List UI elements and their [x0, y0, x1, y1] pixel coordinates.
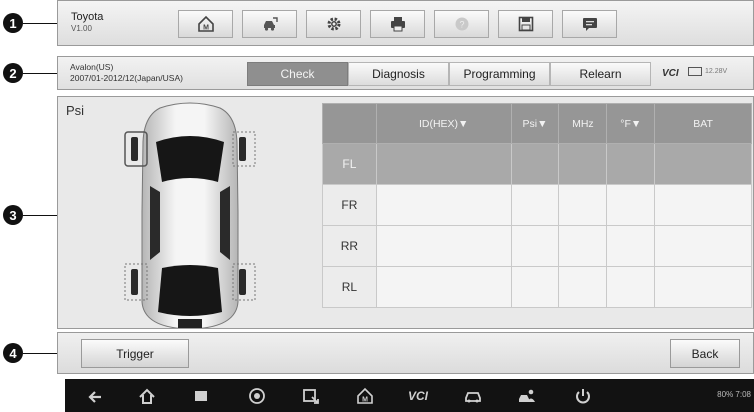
vci-status: VCI	[662, 68, 679, 79]
toolbar: Toyota V1.00 M ?	[57, 0, 754, 46]
home-button[interactable]: M	[178, 10, 233, 38]
callout-4: 4	[3, 343, 23, 363]
function-tab-bar: Avalon(US) 2007/01-2012/12(Japan/USA) Ch…	[57, 56, 754, 90]
callout-3-line	[23, 215, 57, 216]
row-id	[375, 225, 512, 267]
help-icon: ?	[455, 17, 468, 31]
vehicle-top-view-icon	[124, 102, 256, 328]
save-button[interactable]	[498, 10, 553, 38]
row-temp	[606, 143, 656, 185]
svg-text:M: M	[203, 25, 209, 32]
row-bat	[654, 143, 752, 185]
data-logging-icon	[582, 18, 597, 31]
vehicle-voltage: 12.28V	[688, 67, 727, 76]
recents-icon[interactable]	[191, 386, 211, 406]
battery-percent: 80%	[717, 390, 734, 399]
trigger-button[interactable]: Trigger	[81, 339, 189, 368]
tpms-sensor-table: ID(HEX)▼ Psi▼ MHz °F▼ BAT FL FR RR RL	[322, 103, 752, 308]
vehicle-swap-button[interactable]	[242, 10, 297, 38]
maxisys-home-icon[interactable]: M	[355, 386, 375, 406]
row-mhz	[558, 184, 608, 226]
callout-2: 2	[3, 63, 23, 83]
vehicle-model: Avalon(US)	[70, 62, 114, 72]
screen: 1 2 3 4 Toyota V1.00 M ? Avalon(US) 2007…	[0, 0, 754, 412]
browser-icon[interactable]	[247, 386, 267, 406]
row-position: RR	[322, 225, 377, 267]
row-id	[375, 143, 512, 185]
svg-text:?: ?	[459, 20, 464, 30]
vehicle-years: 2007/01-2012/12(Japan/USA)	[70, 73, 183, 83]
vehicle-make: Toyota	[71, 11, 104, 23]
pressure-unit-label: Psi	[66, 103, 85, 118]
table-row-rl[interactable]: RL	[322, 266, 752, 308]
callout-2-line	[23, 73, 57, 74]
row-position: FL	[322, 143, 377, 185]
row-mhz	[558, 225, 608, 267]
print-icon	[390, 17, 405, 32]
row-id	[375, 266, 512, 308]
android-navigation-bar: M VCI 80% 7:08	[65, 379, 754, 412]
function-button-bar: Trigger Back	[57, 332, 754, 374]
tab-diagnosis[interactable]: Diagnosis	[348, 62, 449, 86]
row-psi	[510, 266, 560, 308]
home-icon[interactable]	[137, 386, 157, 406]
col-battery: BAT	[654, 103, 752, 144]
remote-icon[interactable]	[517, 386, 537, 406]
col-id-hex[interactable]: ID(HEX)▼	[375, 103, 512, 144]
table-row-fl[interactable]: FL	[322, 143, 752, 185]
row-temp	[606, 266, 656, 308]
print-button[interactable]	[370, 10, 425, 38]
back-button[interactable]: Back	[670, 339, 740, 368]
system-status: 80% 7:08	[717, 390, 751, 399]
row-bat	[654, 225, 752, 267]
row-psi	[510, 184, 560, 226]
row-psi	[510, 225, 560, 267]
col-mhz: MHz	[558, 103, 608, 144]
table-row-fr[interactable]: FR	[322, 184, 752, 226]
back-icon[interactable]	[85, 386, 105, 406]
screen-capture-icon[interactable]	[301, 386, 321, 406]
tab-check[interactable]: Check	[247, 62, 348, 86]
row-psi	[510, 143, 560, 185]
settings-button[interactable]	[306, 10, 361, 38]
row-mhz	[558, 143, 608, 185]
vci-icon[interactable]: VCI	[403, 386, 433, 406]
table-row-rr[interactable]: RR	[322, 225, 752, 267]
car-icon[interactable]	[463, 386, 483, 406]
tab-programming[interactable]: Programming	[449, 62, 550, 86]
row-mhz	[558, 266, 608, 308]
help-button[interactable]: ?	[434, 10, 489, 38]
vehicle-title: Toyota V1.00	[71, 11, 103, 35]
vehicle-info: Avalon(US) 2007/01-2012/12(Japan/USA)	[70, 62, 183, 84]
tpms-main-panel: Psi ID(HEX)▼ Psi▼ MHz °F▼ BAT FL FR RR R…	[57, 96, 754, 329]
vehicle-swap-icon	[263, 17, 278, 31]
battery-icon	[688, 67, 702, 76]
tab-relearn[interactable]: Relearn	[550, 62, 651, 86]
settings-icon	[327, 17, 340, 31]
save-icon	[518, 16, 533, 32]
home-icon: M	[197, 15, 214, 32]
row-position: FR	[322, 184, 377, 226]
software-version: V1.00	[71, 24, 92, 33]
col-psi[interactable]: Psi▼	[510, 103, 560, 144]
row-bat	[654, 266, 752, 308]
callout-1-line	[23, 23, 57, 24]
row-bat	[654, 184, 752, 226]
data-logging-button[interactable]	[562, 10, 617, 38]
row-id	[375, 184, 512, 226]
voltage-value: 12.28V	[705, 68, 728, 75]
power-icon[interactable]	[573, 386, 593, 406]
row-temp	[606, 184, 656, 226]
row-temp	[606, 225, 656, 267]
table-header-row: ID(HEX)▼ Psi▼ MHz °F▼ BAT	[322, 103, 752, 144]
callout-3: 3	[3, 205, 23, 225]
row-position: RL	[322, 266, 377, 308]
col-temp[interactable]: °F▼	[606, 103, 656, 144]
col-position	[322, 103, 377, 144]
svg-text:M: M	[362, 397, 368, 404]
clock: 7:08	[735, 390, 751, 399]
callout-4-line	[23, 353, 57, 354]
callout-1: 1	[3, 13, 23, 33]
